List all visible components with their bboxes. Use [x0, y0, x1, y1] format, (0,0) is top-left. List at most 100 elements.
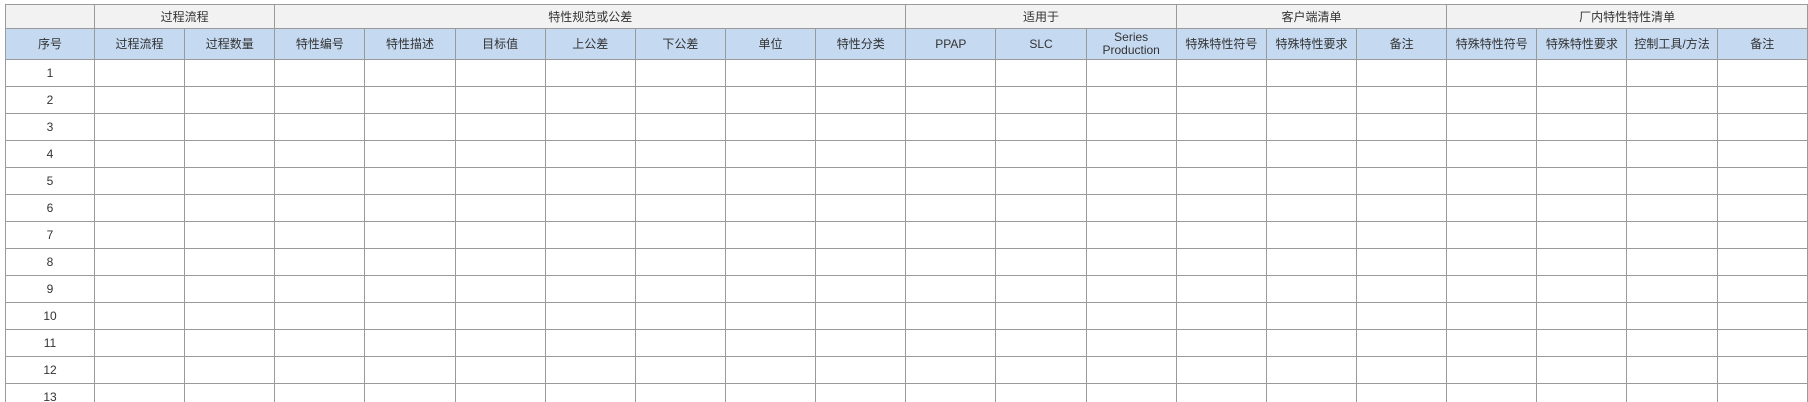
table-cell[interactable] [454, 194, 546, 222]
table-cell[interactable] [995, 140, 1087, 168]
table-cell[interactable] [184, 59, 276, 87]
table-cell[interactable] [1536, 113, 1628, 141]
table-cell[interactable] [724, 302, 817, 330]
table-cell[interactable] [1446, 356, 1538, 384]
table-cell[interactable] [1085, 140, 1177, 168]
table-cell[interactable] [995, 86, 1087, 114]
table-cell[interactable] [1716, 275, 1808, 303]
row-number-cell[interactable]: 3 [5, 113, 95, 141]
table-cell[interactable] [1446, 383, 1538, 402]
table-cell[interactable] [1446, 302, 1538, 330]
col-header-inhouse-remarks[interactable]: 备注 [1716, 28, 1808, 60]
table-cell[interactable] [1716, 356, 1808, 384]
col-header-customer-special-symbol[interactable]: 特殊特性符号 [1175, 28, 1267, 60]
group-header-spec-tolerance[interactable]: 特性规范或公差 [274, 4, 907, 29]
table-cell[interactable] [1536, 329, 1628, 357]
table-cell[interactable] [1446, 140, 1538, 168]
table-cell[interactable] [454, 59, 546, 87]
table-cell[interactable] [1265, 113, 1358, 141]
table-cell[interactable] [274, 275, 366, 303]
table-cell[interactable] [995, 302, 1087, 330]
table-cell[interactable] [184, 113, 276, 141]
table-cell[interactable] [634, 275, 726, 303]
table-cell[interactable] [1175, 275, 1267, 303]
table-cell[interactable] [184, 302, 276, 330]
table-cell[interactable] [1536, 248, 1628, 276]
table-cell[interactable] [1626, 383, 1718, 402]
table-cell[interactable] [1175, 86, 1267, 114]
table-cell[interactable] [544, 383, 636, 402]
table-cell[interactable] [1175, 167, 1267, 195]
table-cell[interactable] [1265, 59, 1358, 87]
table-cell[interactable] [634, 167, 726, 195]
table-cell[interactable] [1085, 275, 1177, 303]
table-cell[interactable] [905, 302, 997, 330]
table-cell[interactable] [1626, 86, 1718, 114]
table-cell[interactable] [1265, 167, 1358, 195]
table-cell[interactable] [1626, 356, 1718, 384]
table-cell[interactable] [1536, 356, 1628, 384]
table-cell[interactable] [544, 113, 636, 141]
table-cell[interactable] [634, 221, 726, 249]
table-cell[interactable] [634, 140, 726, 168]
table-cell[interactable] [1356, 194, 1448, 222]
table-cell[interactable] [454, 329, 546, 357]
table-cell[interactable] [1265, 356, 1358, 384]
table-cell[interactable] [544, 59, 636, 87]
row-number-cell[interactable]: 2 [5, 86, 95, 114]
table-cell[interactable] [905, 329, 997, 357]
col-header-series-production[interactable]: Series Production [1085, 28, 1177, 60]
table-cell[interactable] [184, 329, 276, 357]
table-cell[interactable] [1536, 140, 1628, 168]
row-number-cell[interactable]: 13 [5, 383, 95, 402]
table-cell[interactable] [364, 383, 456, 402]
table-cell[interactable] [1175, 248, 1267, 276]
table-cell[interactable] [274, 194, 366, 222]
table-cell[interactable] [905, 167, 997, 195]
table-cell[interactable] [454, 140, 546, 168]
table-cell[interactable] [364, 221, 456, 249]
table-cell[interactable] [634, 86, 726, 114]
table-cell[interactable] [1626, 248, 1718, 276]
table-cell[interactable] [274, 383, 366, 402]
group-header-process-flow[interactable]: 过程流程 [93, 4, 276, 29]
row-number-cell[interactable]: 9 [5, 275, 95, 303]
table-cell[interactable] [724, 59, 817, 87]
table-cell[interactable] [1356, 329, 1448, 357]
col-header-process-qty[interactable]: 过程数量 [184, 28, 276, 60]
table-cell[interactable] [184, 221, 276, 249]
group-header-applicable-to[interactable]: 适用于 [905, 4, 1177, 29]
table-cell[interactable] [184, 356, 276, 384]
table-cell[interactable] [274, 59, 366, 87]
table-cell[interactable] [1626, 59, 1718, 87]
table-cell[interactable] [1175, 140, 1267, 168]
table-cell[interactable] [544, 356, 636, 384]
table-cell[interactable] [815, 302, 907, 330]
table-cell[interactable] [544, 248, 636, 276]
table-cell[interactable] [544, 329, 636, 357]
table-cell[interactable] [544, 140, 636, 168]
table-cell[interactable] [364, 356, 456, 384]
table-cell[interactable] [1536, 383, 1628, 402]
table-cell[interactable] [1716, 140, 1808, 168]
table-cell[interactable] [1626, 302, 1718, 330]
table-cell[interactable] [1085, 302, 1177, 330]
table-cell[interactable] [1265, 302, 1358, 330]
table-cell[interactable] [1716, 329, 1808, 357]
table-cell[interactable] [544, 275, 636, 303]
table-cell[interactable] [1536, 302, 1628, 330]
table-cell[interactable] [1175, 383, 1267, 402]
table-cell[interactable] [724, 167, 817, 195]
table-cell[interactable] [1085, 221, 1177, 249]
table-cell[interactable] [1356, 248, 1448, 276]
table-cell[interactable] [544, 194, 636, 222]
table-cell[interactable] [1265, 221, 1358, 249]
table-cell[interactable] [544, 167, 636, 195]
table-cell[interactable] [1716, 302, 1808, 330]
table-cell[interactable] [1626, 221, 1718, 249]
table-cell[interactable] [274, 329, 366, 357]
table-cell[interactable] [1536, 167, 1628, 195]
group-header-inhouse-list[interactable]: 厂内特性特性清单 [1446, 4, 1808, 29]
table-cell[interactable] [815, 59, 907, 87]
table-cell[interactable] [364, 167, 456, 195]
